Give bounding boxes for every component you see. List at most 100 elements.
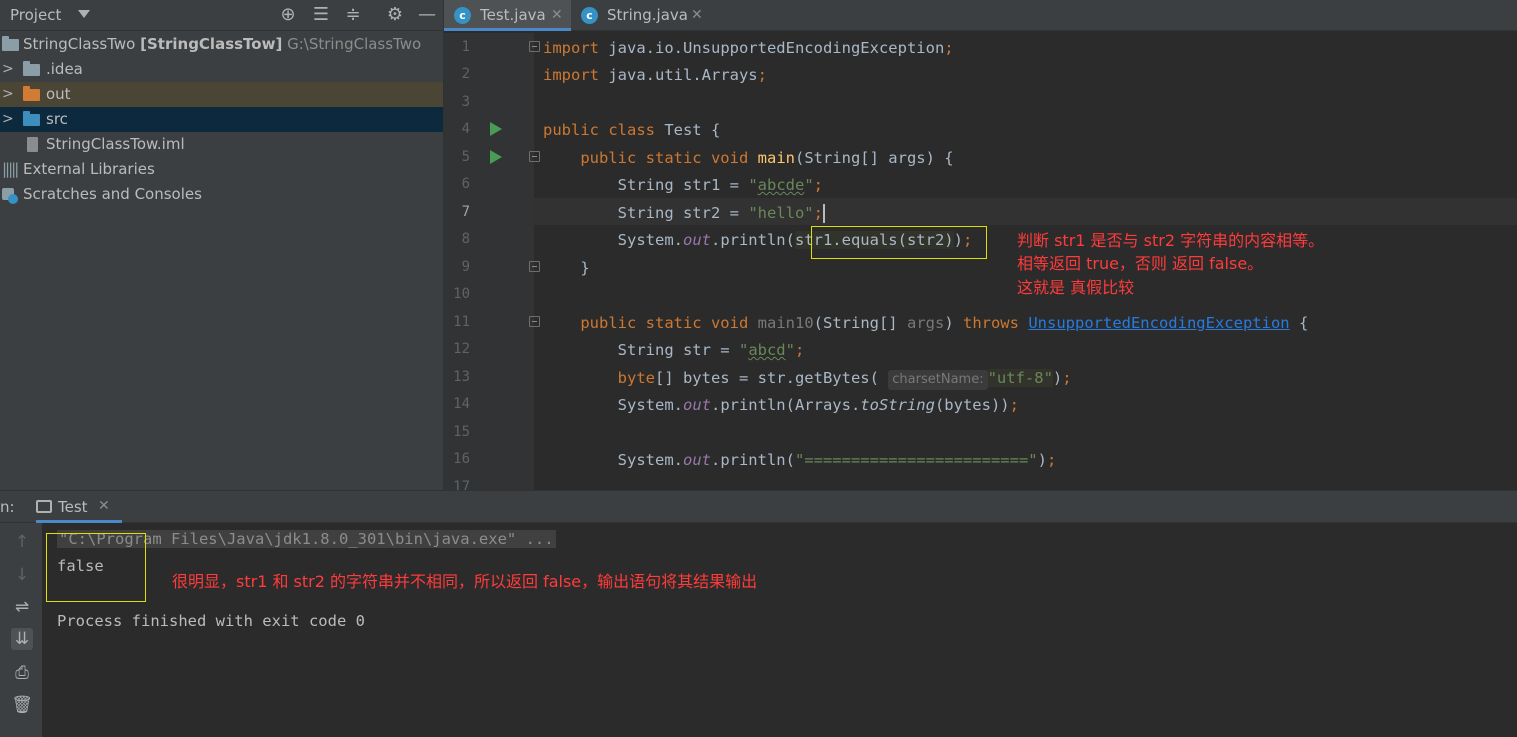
java-class-icon: c bbox=[581, 7, 598, 24]
project-view-selector[interactable]: Project bbox=[10, 6, 61, 24]
run-panel-header: n: Test ✕ bbox=[0, 491, 1517, 523]
collapse-all-icon[interactable]: ≑ bbox=[343, 5, 363, 25]
tree-item-scratches[interactable]: Scratches and Consoles bbox=[0, 182, 443, 207]
line-number: 2 bbox=[461, 66, 470, 82]
chevron-right-icon[interactable]: > bbox=[2, 82, 14, 107]
code-line-4: public class Test { bbox=[543, 121, 721, 139]
tree-item-label: .idea bbox=[46, 60, 83, 78]
project-module-name: [StringClassTow] bbox=[140, 35, 283, 53]
fold-icon[interactable] bbox=[529, 41, 540, 52]
run-panel: n: Test ✕ ↑ ↓ ⇌ ⇊ ⎙ 🗑 "C:\Program Files\… bbox=[0, 490, 1517, 737]
code-line-7: String str2 = "hello"; bbox=[543, 204, 825, 223]
line-number: 5 bbox=[461, 149, 470, 165]
code-line-2: import java.util.Arrays; bbox=[543, 66, 767, 84]
code-line-14: System.out.println(Arrays.toString(bytes… bbox=[543, 396, 1019, 414]
run-main-icon[interactable] bbox=[490, 150, 502, 164]
line-number: 13 bbox=[453, 369, 470, 385]
tab-label: Test.java bbox=[480, 6, 546, 24]
line-number: 12 bbox=[453, 341, 470, 357]
editor-gutter[interactable]: 1 2 3 4 5 6 7 8 9 10 11 12 13 14 15 16 1… bbox=[444, 33, 540, 495]
code-line-16: System.out.println("====================… bbox=[543, 451, 1057, 469]
trash-icon[interactable]: 🗑 bbox=[11, 694, 33, 716]
line-number: 11 bbox=[453, 314, 470, 330]
annotation-line-1: 判断 str1 是否与 str2 字符串的内容相等。 bbox=[1017, 231, 1325, 250]
line-number-current: 7 bbox=[461, 204, 470, 220]
run-tab-label: Test bbox=[58, 498, 88, 516]
module-file-icon bbox=[27, 137, 38, 152]
scroll-to-end-icon[interactable]: ⇊ bbox=[11, 628, 33, 650]
project-panel: Project ⊕ ☰ ≑ ⚙ — StringClassTwo [String… bbox=[0, 0, 443, 490]
java-class-icon: c bbox=[454, 7, 471, 24]
line-number: 14 bbox=[453, 396, 470, 412]
fold-icon[interactable] bbox=[529, 151, 540, 162]
tree-item-label: Scratches and Consoles bbox=[23, 185, 202, 203]
code-line-1: import java.io.UnsupportedEncodingExcept… bbox=[543, 39, 954, 57]
close-icon[interactable]: ✕ bbox=[691, 0, 703, 30]
arrow-down-icon[interactable]: ↓ bbox=[11, 564, 33, 586]
tree-item-src[interactable]: > src bbox=[0, 107, 443, 132]
code-line-12: String str = "abcd"; bbox=[543, 341, 805, 359]
annotation-line-3: 这就是 真假比较 bbox=[1017, 278, 1135, 297]
project-folder-icon bbox=[2, 36, 19, 51]
line-number: 4 bbox=[461, 121, 470, 137]
arrow-up-icon[interactable]: ↑ bbox=[11, 531, 33, 553]
project-root-label: StringClassTwo bbox=[23, 35, 136, 53]
line-number: 9 bbox=[461, 259, 470, 275]
console-annotation: 很明显，str1 和 str2 的字符串并不相同，所以返回 false，输出语句… bbox=[172, 572, 758, 591]
line-number: 8 bbox=[461, 231, 470, 247]
tree-item-label: src bbox=[46, 110, 68, 128]
tree-item-out[interactable]: > out bbox=[0, 82, 443, 107]
tab-test-java[interactable]: c Test.java ✕ bbox=[444, 0, 571, 31]
minimize-icon[interactable]: — bbox=[417, 5, 437, 25]
tree-item-iml[interactable]: StringClassTow.iml bbox=[0, 132, 443, 157]
code-line-11: public static void main10(String[] args)… bbox=[580, 314, 1309, 332]
console-icon bbox=[36, 500, 52, 513]
tree-item-idea[interactable]: > .idea bbox=[0, 57, 443, 82]
line-number: 16 bbox=[453, 451, 470, 467]
code-editor: c Test.java ✕ c String.java ✕ 1 2 3 4 5 … bbox=[443, 0, 1517, 495]
folder-icon bbox=[23, 61, 40, 76]
source-folder-icon bbox=[23, 111, 40, 126]
close-icon[interactable]: ✕ bbox=[551, 0, 563, 30]
locate-icon[interactable]: ⊕ bbox=[278, 5, 298, 25]
gear-icon[interactable]: ⚙ bbox=[385, 5, 405, 25]
console-badge-icon bbox=[8, 194, 18, 204]
line-number: 1 bbox=[461, 39, 470, 55]
annotation-line-2: 相等返回 true，否则 返回 false。 bbox=[1017, 254, 1264, 273]
fold-icon[interactable] bbox=[529, 316, 540, 327]
tab-label: String.java bbox=[607, 6, 688, 24]
line-number: 15 bbox=[453, 424, 470, 440]
soft-wrap-icon[interactable]: ⇌ bbox=[11, 596, 33, 618]
expand-all-icon[interactable]: ☰ bbox=[311, 5, 331, 25]
project-panel-header: Project ⊕ ☰ ≑ ⚙ — bbox=[0, 0, 443, 31]
chevron-down-icon[interactable] bbox=[78, 10, 90, 18]
editor-tab-bar: c Test.java ✕ c String.java ✕ bbox=[444, 0, 1517, 31]
code-line-5: public static void main(String[] args) { bbox=[580, 149, 954, 167]
fold-icon[interactable] bbox=[529, 261, 540, 272]
code-line-6: String str1 = "abcde"; bbox=[543, 176, 824, 194]
chevron-right-icon[interactable]: > bbox=[2, 57, 14, 82]
equals-highlight-box bbox=[811, 226, 987, 259]
print-icon[interactable]: ⎙ bbox=[11, 662, 33, 684]
close-icon[interactable]: ✕ bbox=[98, 498, 110, 514]
line-number: 3 bbox=[461, 94, 470, 110]
library-icon: ||||| bbox=[2, 160, 19, 178]
tree-item-label: External Libraries bbox=[23, 160, 155, 178]
excluded-folder-icon bbox=[23, 86, 40, 101]
run-tool-window-label: n: bbox=[0, 498, 15, 516]
line-number: 10 bbox=[453, 286, 470, 302]
code-line-13: byte[] bytes = str.getBytes( charsetName… bbox=[543, 368, 1072, 390]
tree-item-external-libraries[interactable]: ||||| External Libraries bbox=[0, 157, 443, 182]
console-exit-message: Process finished with exit code 0 bbox=[57, 612, 365, 630]
run-toolbar: ↑ ↓ ⇌ ⇊ ⎙ 🗑 bbox=[0, 523, 42, 737]
tab-string-java[interactable]: c String.java ✕ bbox=[571, 0, 710, 31]
tree-item-project-root[interactable]: StringClassTwo [StringClassTow] G:\Strin… bbox=[0, 32, 443, 57]
run-class-icon[interactable] bbox=[490, 122, 502, 136]
parameter-hint: charsetName: bbox=[888, 370, 988, 390]
code-line-9: } bbox=[543, 259, 590, 277]
tree-item-label: out bbox=[46, 85, 71, 103]
line-number: 6 bbox=[461, 176, 470, 192]
chevron-right-icon[interactable]: > bbox=[2, 107, 14, 132]
run-tab-test[interactable]: Test ✕ bbox=[36, 491, 122, 523]
text-caret bbox=[822, 204, 825, 223]
